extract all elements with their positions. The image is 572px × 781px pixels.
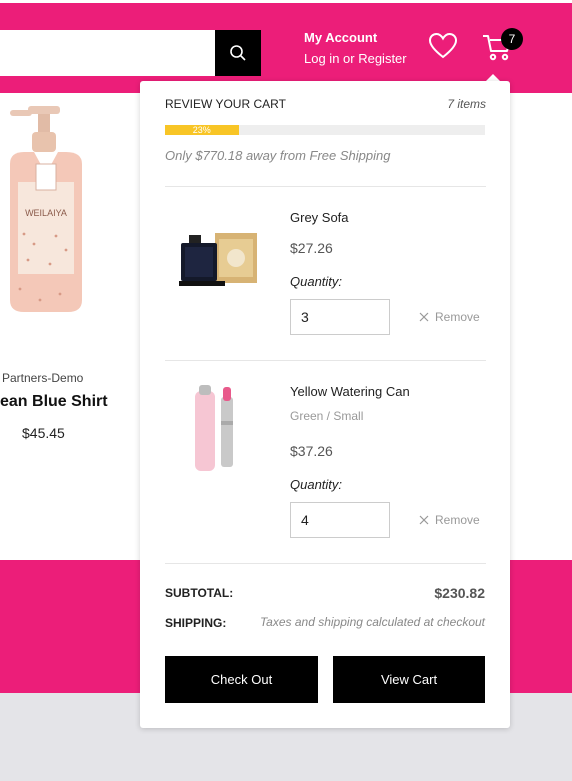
product-price: $45.45	[22, 425, 65, 441]
cart-popup-title: REVIEW YOUR CART	[165, 97, 286, 111]
account-block: My Account Log in or Register	[304, 30, 407, 66]
close-icon	[419, 312, 429, 322]
product-image[interactable]: WEILAIYA	[0, 104, 100, 318]
quantity-label: Quantity:	[290, 477, 343, 492]
search-button[interactable]	[215, 30, 261, 76]
cart-item-name[interactable]: Grey Sofa	[290, 210, 349, 225]
divider	[165, 186, 486, 187]
subtotal-label: SUBTOTAL:	[165, 586, 234, 600]
checkout-button[interactable]: Check Out	[165, 656, 318, 703]
remove-button[interactable]: Remove	[419, 513, 480, 527]
shipping-label: SHIPPING:	[165, 616, 227, 630]
subtotal-value: $230.82	[434, 585, 485, 601]
divider	[165, 563, 486, 564]
view-cart-button[interactable]: View Cart	[333, 656, 485, 703]
remove-button[interactable]: Remove	[419, 310, 480, 324]
shampoo-bottle-image: WEILAIYA	[10, 106, 82, 312]
quantity-input[interactable]	[290, 502, 390, 538]
cart-item-image[interactable]	[175, 381, 260, 471]
remove-label: Remove	[435, 310, 480, 324]
progress-fill: 23%	[165, 125, 239, 135]
divider	[165, 360, 486, 361]
cart-item-name[interactable]: Yellow Watering Can	[290, 384, 410, 399]
header-top-border	[0, 0, 572, 3]
quantity-label: Quantity:	[290, 274, 343, 289]
svg-text:WEILAIYA: WEILAIYA	[25, 208, 67, 218]
cart-item-price: $37.26	[290, 443, 333, 459]
quantity-input[interactable]	[290, 299, 390, 335]
cart-item-price: $27.26	[290, 240, 333, 256]
login-register-link[interactable]: Log in or Register	[304, 51, 407, 66]
perfume-image	[179, 233, 257, 286]
account-title[interactable]: My Account	[304, 30, 407, 45]
product-title[interactable]: ean Blue Shirt	[0, 393, 108, 411]
remove-label: Remove	[435, 513, 480, 527]
free-shipping-progress-bar: 23%	[165, 125, 485, 135]
shipping-value: Taxes and shipping calculated at checkou…	[259, 615, 485, 629]
cart-popup-header: REVIEW YOUR CART 7 items	[165, 97, 486, 111]
product-vendor[interactable]: Partners-Demo	[2, 371, 83, 385]
search-icon	[230, 45, 246, 61]
cart-count-badge: 7	[501, 28, 523, 50]
cart-item-image[interactable]	[175, 211, 260, 301]
cart-popup: REVIEW YOUR CART 7 items 23% Only $770.1…	[140, 81, 510, 728]
lip-gloss-image	[195, 385, 233, 471]
free-shipping-note: Only $770.18 away from Free Shipping	[165, 148, 391, 163]
cart-item-count: 7 items	[447, 97, 486, 111]
wishlist-button[interactable]	[428, 32, 458, 65]
heart-icon	[428, 32, 458, 59]
search-input[interactable]	[0, 30, 216, 76]
close-icon	[419, 515, 429, 525]
cart-item-variant: Green / Small	[290, 409, 364, 423]
